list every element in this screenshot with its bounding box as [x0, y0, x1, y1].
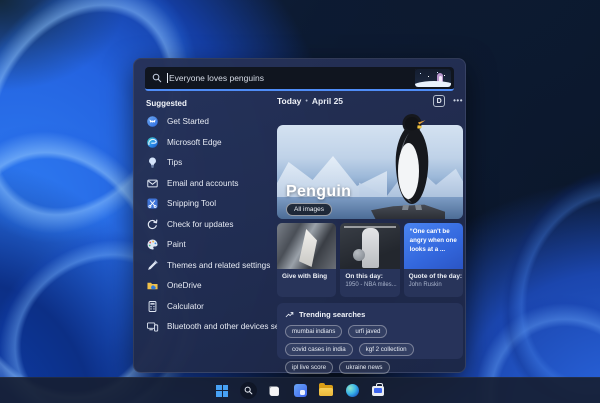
card-subtitle: 1950 - NBA miles... [345, 282, 397, 288]
search-flyout: Everyone loves penguins Suggested Get St… [133, 58, 466, 374]
suggested-item-check-updates[interactable]: Check for updates [146, 218, 274, 231]
photo-frame-decoration [344, 226, 396, 228]
suggested-item-get-started[interactable]: Get Started [146, 115, 274, 128]
search-icon [152, 73, 162, 83]
trending-heading: Trending searches [299, 310, 366, 319]
suggested-item-microsoft-edge[interactable]: Microsoft Edge [146, 136, 274, 149]
card-subtitle: John Ruskin [408, 282, 442, 288]
suggested-item-themes[interactable]: Themes and related settings [146, 259, 274, 272]
store-button[interactable] [370, 382, 387, 399]
card-title: Quote of the day: [408, 273, 463, 280]
updates-icon [146, 218, 159, 231]
suggested-heading: Suggested [146, 99, 187, 108]
suggested-item-calculator[interactable]: Calculator [146, 300, 274, 313]
suggested-item-label: OneDrive [167, 281, 202, 290]
card-title: On this day: [345, 273, 383, 280]
suggested-item-email-accounts[interactable]: Email and accounts [146, 177, 274, 190]
suggested-item-paint[interactable]: Paint [146, 238, 274, 251]
microsoft-store-icon [372, 382, 384, 396]
suggested-item-label: Snipping Tool [167, 199, 217, 208]
start-button[interactable] [214, 382, 231, 399]
stars-decoration [415, 69, 416, 70]
calculator-icon [146, 300, 159, 313]
taskbar-search-button[interactable] [239, 382, 257, 399]
get-started-icon [146, 115, 159, 128]
suggested-item-tips[interactable]: Tips [146, 156, 274, 169]
windows-logo-icon [216, 384, 228, 397]
trending-chip[interactable]: ipl live score [285, 361, 334, 374]
task-view-button[interactable] [266, 382, 283, 399]
widgets-icon [293, 384, 307, 397]
file-explorer-icon [319, 383, 333, 396]
suggested-item-label: Paint [167, 240, 186, 249]
widgets-button[interactable] [292, 382, 309, 399]
more-options-icon[interactable]: ••• [453, 97, 463, 105]
bluetooth-devices-icon [146, 320, 159, 333]
search-query[interactable]: Everyone loves penguins [167, 73, 264, 83]
themes-icon [146, 259, 159, 272]
snow-decoration [415, 81, 451, 87]
task-view-icon [267, 384, 281, 398]
trending-icon [285, 312, 294, 318]
suggested-item-label: Bluetooth and other devices sett... [167, 322, 291, 331]
trending-chip[interactable]: urfi javed [348, 325, 388, 338]
desktop: Everyone loves penguins Suggested Get St… [0, 0, 600, 403]
suggested-item-onedrive[interactable]: OneDrive [146, 279, 274, 292]
email-icon [146, 177, 159, 190]
suggested-item-label: Themes and related settings [167, 260, 271, 270]
edge-icon [345, 384, 359, 397]
penguin-illustration [415, 69, 451, 87]
suggested-item-label: Email and accounts [167, 178, 239, 188]
card-caption: Give with Bing [282, 273, 328, 280]
penguin-image [395, 114, 429, 210]
trending-chip[interactable]: covid cases in india [285, 343, 353, 356]
hero-title: Penguin [286, 183, 352, 200]
taskbar [0, 377, 600, 403]
suggested-item-label: Tips [167, 158, 183, 167]
search-input[interactable]: Everyone loves penguins [145, 67, 454, 91]
trending-chip[interactable]: mumbai indians [285, 325, 343, 338]
suggested-item-bluetooth-devices[interactable]: Bluetooth and other devices sett... [146, 320, 291, 333]
file-explorer-button[interactable] [318, 382, 335, 399]
separator-dot: • [305, 97, 308, 105]
profile-badge[interactable]: D [433, 95, 446, 107]
trending-chip[interactable]: kgf 2 collection [358, 343, 414, 356]
on-this-day-image [340, 223, 400, 269]
text-caret [167, 73, 168, 83]
edge-icon [146, 136, 159, 149]
quote-text: “One can't be angry when one looks at a … [409, 228, 457, 253]
trending-chips: mumbai indians urfi javed covid cases in… [285, 325, 455, 374]
search-icon [244, 386, 252, 395]
paint-icon [146, 238, 159, 251]
date-label: April 25 [311, 96, 344, 106]
tips-icon [146, 156, 159, 169]
info-cards-row: Give with Bing On this day: 1950 - NBA m… [277, 223, 463, 297]
card-on-this-day[interactable]: On this day: 1950 - NBA miles... [340, 223, 400, 297]
content-header: Today • April 25 D ••• [277, 95, 463, 107]
edge-browser-button[interactable] [344, 382, 361, 399]
suggested-item-label: Microsoft Edge [167, 137, 222, 147]
card-give-with-bing[interactable]: Give with Bing [277, 223, 337, 297]
trending-chip[interactable]: ukraine news [339, 361, 390, 374]
suggested-item-label: Get Started [167, 117, 209, 126]
hero-card-penguin[interactable]: Penguin All images [277, 114, 463, 219]
suggested-item-snipping-tool[interactable]: Snipping Tool [146, 197, 274, 210]
trending-searches-card: Trending searches mumbai indians urfi ja… [277, 303, 463, 374]
card-quote-of-the-day[interactable]: “One can't be angry when one looks at a … [403, 223, 463, 297]
quote-image: “One can't be angry when one looks at a … [403, 223, 463, 269]
suggested-item-label: Check for updates [167, 219, 234, 229]
all-images-button[interactable]: All images [286, 203, 332, 216]
today-label: Today [277, 96, 302, 106]
snipping-tool-icon [146, 197, 159, 210]
suggested-item-label: Calculator [167, 301, 204, 311]
onedrive-icon [146, 279, 159, 292]
suggested-list: Get Started Microsoft Edge Tips Email an… [146, 115, 291, 333]
give-with-bing-image [277, 223, 337, 269]
